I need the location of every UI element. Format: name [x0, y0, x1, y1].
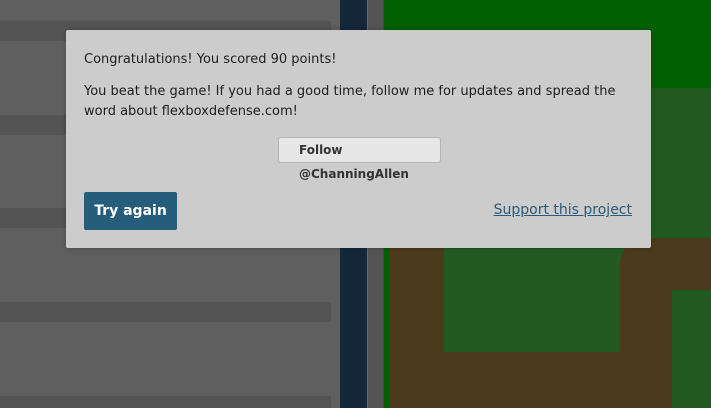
panel-row — [0, 396, 331, 408]
support-project-link[interactable]: Support this project — [494, 202, 632, 218]
enemy-path-segment — [652, 238, 711, 290]
score-message: Congratulations! You scored 90 points! — [84, 52, 337, 67]
try-again-button[interactable]: Try again — [84, 192, 177, 230]
grass-area — [444, 238, 620, 352]
follow-button[interactable]: Follow @ChanningAllen — [278, 137, 441, 181]
follow-button-wrapper: Follow @ChanningAllen — [66, 137, 651, 182]
win-message: You beat the game! If you had a good tim… — [84, 84, 616, 119]
game-over-dialog: Congratulations! You scored 90 points! Y… — [66, 30, 651, 248]
panel-row — [0, 302, 331, 322]
